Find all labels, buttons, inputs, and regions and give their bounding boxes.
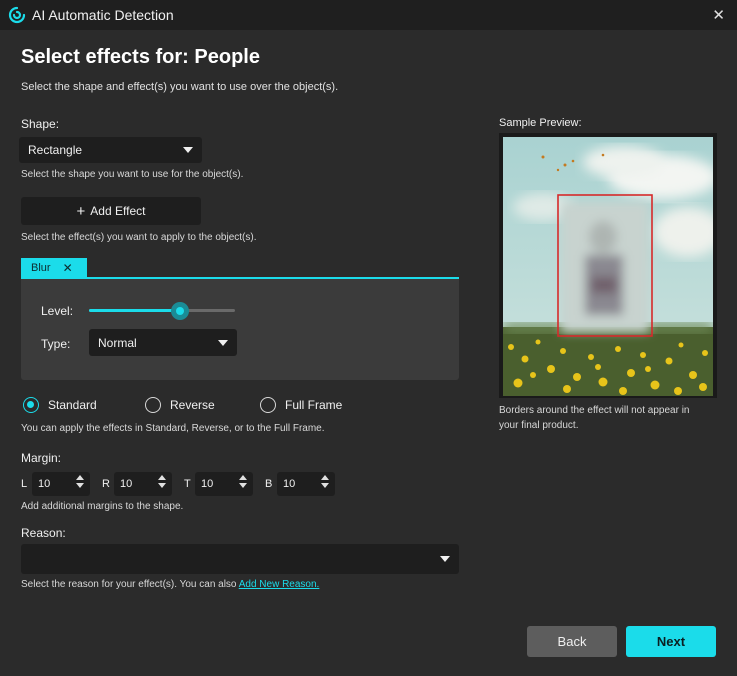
- margin-hint: Add additional margins to the shape.: [21, 501, 184, 512]
- tab-blur[interactable]: Blur ✕: [21, 258, 87, 278]
- level-slider-fill: [89, 309, 180, 312]
- radio-full-frame-label: Full Frame: [285, 398, 343, 412]
- radio-standard[interactable]: Standard: [23, 397, 97, 413]
- reason-hint: Select the reason for your effect(s). Yo…: [21, 579, 319, 590]
- level-label: Level:: [41, 304, 74, 318]
- sample-preview-image: [503, 137, 713, 396]
- margin-top-stepper[interactable]: 10: [195, 472, 253, 496]
- decrement-icon[interactable]: [239, 483, 247, 488]
- radio-reverse[interactable]: Reverse: [145, 397, 215, 413]
- margin-top-value: 10: [201, 478, 214, 490]
- radio-full-frame[interactable]: Full Frame: [260, 397, 342, 413]
- remove-effect-icon[interactable]: ✕: [63, 261, 73, 275]
- margin-bottom-value: 10: [283, 478, 296, 490]
- margin-top-letter: T: [184, 478, 191, 490]
- margin-left-stepper[interactable]: 10: [32, 472, 90, 496]
- shape-label: Shape:: [21, 117, 60, 131]
- radio-unselected-icon: [145, 397, 161, 413]
- radio-reverse-label: Reverse: [170, 398, 215, 412]
- blur-type-value: Normal: [98, 335, 137, 350]
- apply-mode-hint: You can apply the effects in Standard, R…: [21, 423, 325, 434]
- increment-icon[interactable]: [158, 475, 166, 480]
- reason-dropdown[interactable]: [21, 544, 459, 574]
- increment-icon[interactable]: [321, 475, 329, 480]
- radio-standard-label: Standard: [48, 398, 97, 412]
- margin-left-letter: L: [21, 478, 28, 490]
- page-subtitle: Select the shape and effect(s) you want …: [21, 81, 339, 93]
- next-button[interactable]: Next: [626, 626, 716, 657]
- margin-bottom-stepper[interactable]: 10: [277, 472, 335, 496]
- tab-blur-label: Blur: [31, 262, 51, 274]
- shape-dropdown-value: Rectangle: [28, 143, 83, 157]
- chevron-down-icon: [218, 339, 228, 346]
- preview-note-line2: your final product.: [499, 420, 579, 431]
- chevron-down-icon: [183, 147, 193, 153]
- increment-icon[interactable]: [76, 475, 84, 480]
- add-effect-button[interactable]: + Add Effect: [21, 197, 201, 225]
- add-effect-hint: Select the effect(s) you want to apply t…: [21, 232, 257, 243]
- decrement-icon[interactable]: [158, 483, 166, 488]
- margin-bottom-letter: B: [265, 478, 273, 490]
- back-button[interactable]: Back: [527, 626, 617, 657]
- close-icon[interactable]: ✕: [712, 6, 725, 24]
- preview-label: Sample Preview:: [499, 117, 582, 129]
- plus-icon: +: [76, 202, 86, 220]
- radio-selected-icon: [23, 397, 39, 413]
- margin-right-stepper[interactable]: 10: [114, 472, 172, 496]
- window-title: AI Automatic Detection: [32, 7, 174, 23]
- blur-type-dropdown[interactable]: Normal: [89, 329, 237, 356]
- effect-panel: [21, 279, 459, 380]
- add-effect-label: Add Effect: [90, 204, 146, 218]
- title-bar: AI Automatic Detection ✕: [0, 0, 737, 30]
- preview-note-line1: Borders around the effect will not appea…: [499, 405, 690, 416]
- reason-label: Reason:: [21, 526, 66, 540]
- margin-right-letter: R: [102, 478, 110, 490]
- decrement-icon[interactable]: [321, 483, 329, 488]
- app-logo-icon: [8, 6, 26, 24]
- chevron-down-icon: [440, 556, 450, 562]
- increment-icon[interactable]: [239, 475, 247, 480]
- margin-left-value: 10: [38, 478, 51, 490]
- page-title: Select effects for: People: [21, 46, 260, 68]
- shape-hint: Select the shape you want to use for the…: [21, 169, 244, 180]
- level-slider-thumb[interactable]: [171, 302, 189, 320]
- add-new-reason-link[interactable]: Add New Reason.: [239, 579, 320, 590]
- margin-right-value: 10: [120, 478, 133, 490]
- type-label: Type:: [41, 337, 71, 351]
- reason-hint-text: Select the reason for your effect(s). Yo…: [21, 579, 239, 590]
- radio-unselected-icon: [260, 397, 276, 413]
- decrement-icon[interactable]: [76, 483, 84, 488]
- shape-dropdown[interactable]: Rectangle: [19, 137, 202, 163]
- margin-label: Margin:: [21, 451, 62, 465]
